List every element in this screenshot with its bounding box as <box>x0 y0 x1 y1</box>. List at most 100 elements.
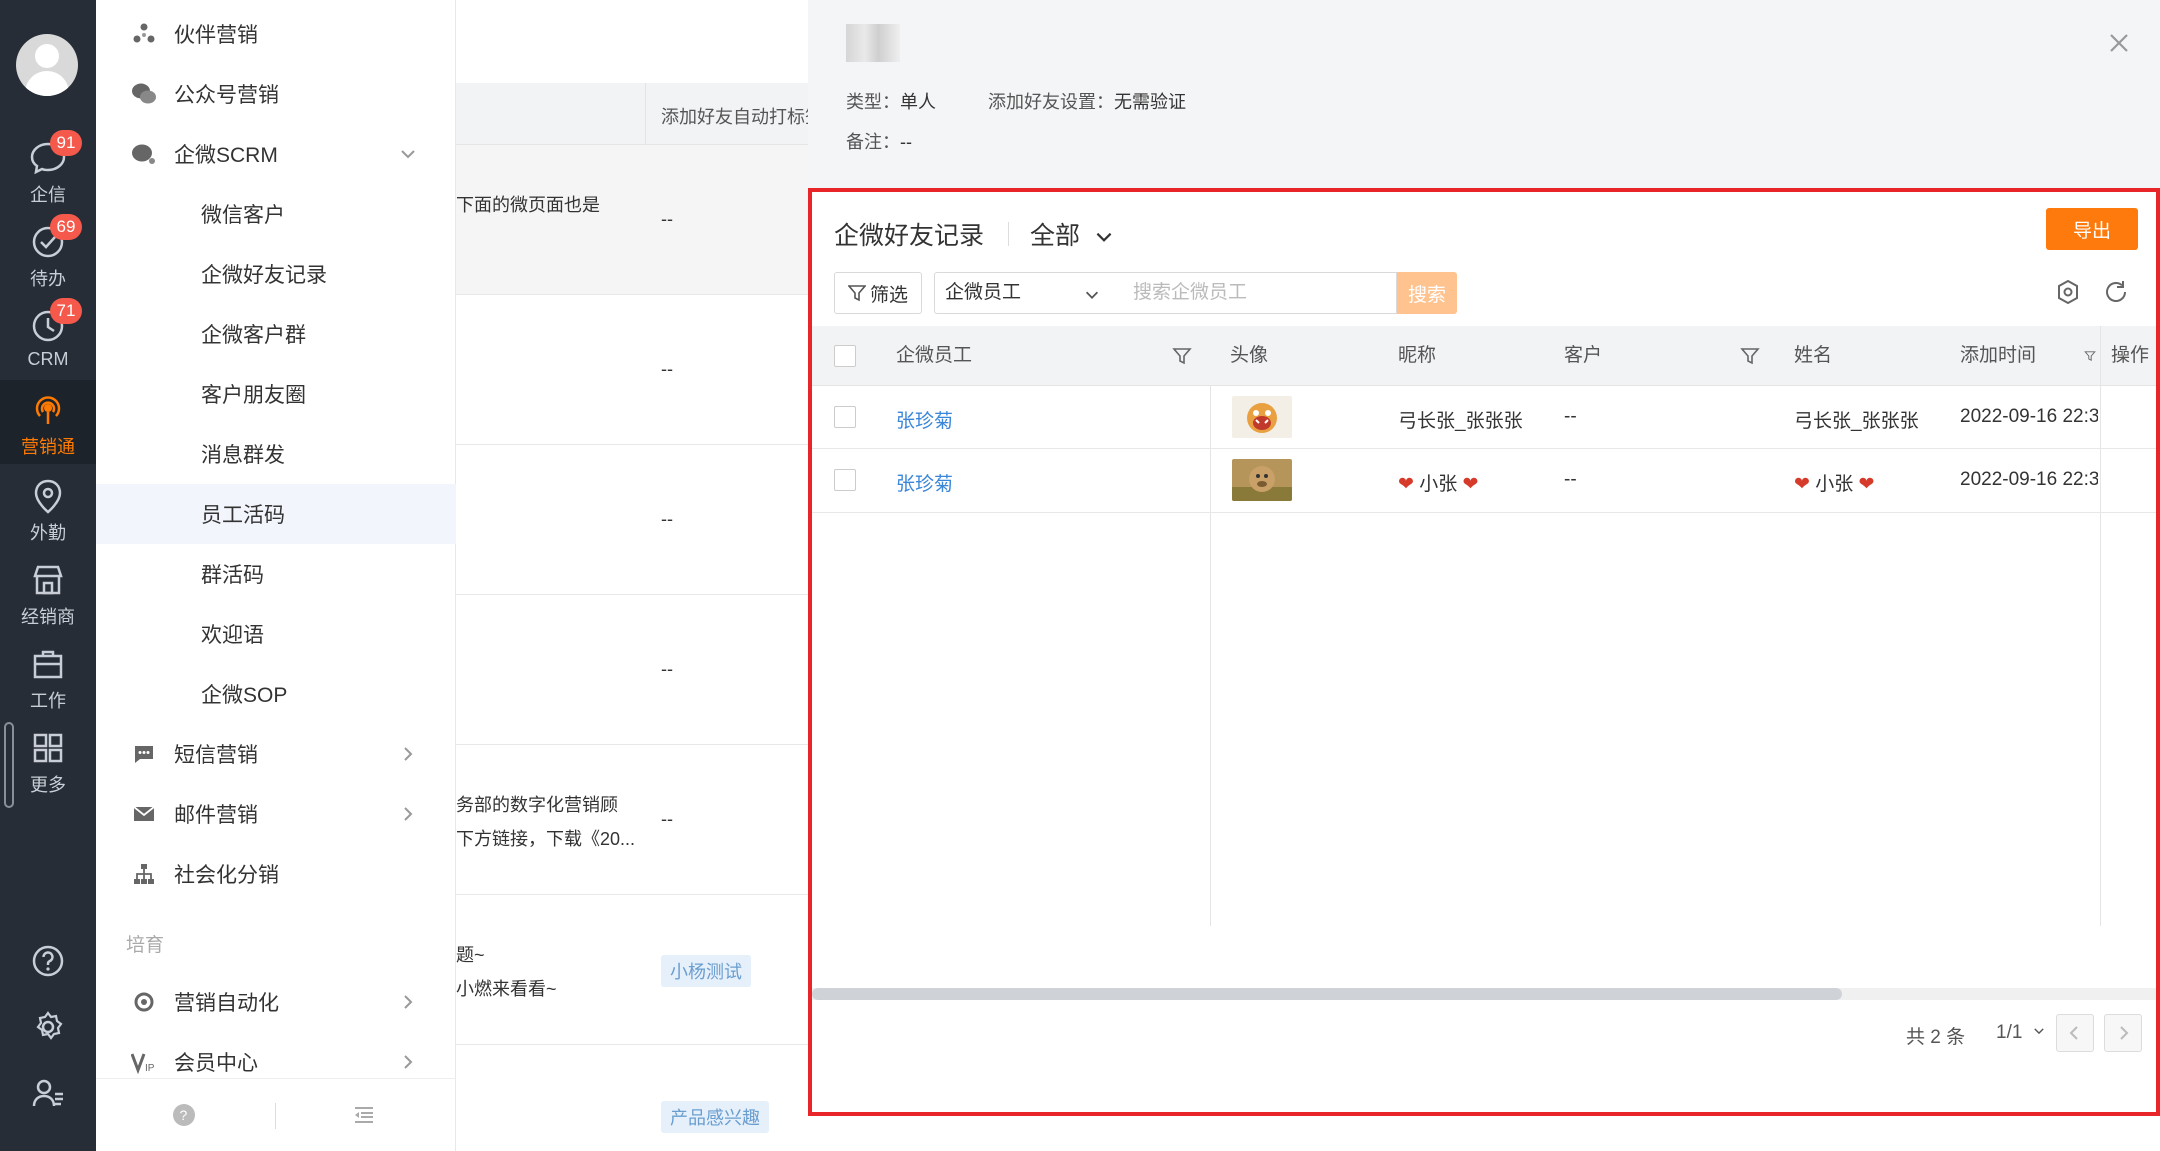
table-row[interactable]: 务部的数字化营销顾 下方链接，下载《20... -- <box>456 745 808 895</box>
menu-item-sms-marketing[interactable]: 短信营销 <box>96 724 456 784</box>
row-value: -- <box>661 509 673 529</box>
menu-item-label: 短信营销 <box>174 744 258 767</box>
name-cell: 弓长张_张张张 <box>1794 411 1919 432</box>
rail-item-todo[interactable]: 待办 69 <box>0 212 96 292</box>
next-page-button[interactable] <box>2104 1014 2142 1052</box>
column-header-actions: 操作 <box>2100 326 2156 386</box>
settings-button[interactable] <box>0 996 96 1056</box>
funnel-icon[interactable] <box>1172 346 1192 366</box>
heart-emoji-icon: ❤ <box>1398 474 1414 495</box>
filter-label: 筛选 <box>869 284 908 306</box>
select-all-checkbox[interactable] <box>834 345 856 367</box>
tag-chip: 小杨测试 <box>661 955 751 987</box>
refresh-icon[interactable] <box>2102 278 2130 306</box>
wechat-icon <box>130 80 158 108</box>
nickname-cell: ❤ 小张 ❤ <box>1398 469 1478 496</box>
funnel-icon[interactable] <box>1740 346 1760 366</box>
menu-item-moments[interactable]: 客户朋友圈 <box>96 364 456 424</box>
row-checkbox[interactable] <box>834 469 856 491</box>
chevron-right-icon <box>404 995 413 1009</box>
table-row[interactable]: -- <box>456 445 808 595</box>
rail-item-more[interactable]: 更多 <box>0 718 96 798</box>
detail-drawer: 类型：单人 添加好友设置：无需验证 备注：-- 企微好友记录 全部 导出 筛选 … <box>808 0 2160 1151</box>
employee-link[interactable]: 张珍菊 <box>896 469 953 496</box>
field-select-value: 企微员工 <box>945 282 1022 303</box>
table-row[interactable]: 题~ 小燃来看看~ 小杨测试 <box>456 895 808 1045</box>
rail-item-work[interactable]: 工作 <box>0 634 96 714</box>
add-setting-value: 无需验证 <box>1114 92 1186 112</box>
profile-button[interactable] <box>0 1062 96 1122</box>
svg-text:?: ? <box>180 1107 188 1123</box>
table-row[interactable]: -- <box>456 595 808 745</box>
menu-item-staff-qrcode[interactable]: 员工活码 <box>96 484 456 544</box>
menu-item-wecom-scrm[interactable]: 企微SCRM <box>96 124 456 184</box>
chevron-right-icon <box>2120 1026 2129 1040</box>
column-settings-icon[interactable] <box>2054 278 2082 306</box>
menu-item-official-account[interactable]: 公众号营销 <box>96 64 456 124</box>
search-button[interactable]: 搜索 <box>1397 272 1457 314</box>
menu-item-wecom-groups[interactable]: 企微客户群 <box>96 304 456 364</box>
type-value: 单人 <box>900 92 936 112</box>
rail-item-crm[interactable]: CRM 71 <box>0 296 96 376</box>
chevron-down-icon <box>401 150 415 159</box>
note-label: 备注： <box>846 132 900 152</box>
close-icon[interactable] <box>2104 28 2134 58</box>
add-setting-field: 添加好友设置：无需验证 <box>988 88 1186 114</box>
menu-item-label: 公众号营销 <box>174 84 279 107</box>
search-input[interactable] <box>1115 272 1397 314</box>
funnel-icon[interactable] <box>2084 346 2096 366</box>
menu-item-wecom-sop[interactable]: 企微SOP <box>96 664 456 724</box>
rail-resize-handle[interactable] <box>4 722 14 808</box>
rail-item-dealer[interactable]: 经销商 <box>0 550 96 630</box>
row-checkbox[interactable] <box>834 406 856 428</box>
pager-total: 共 2 条 <box>1906 1027 1966 1048</box>
menu-item-wechat-customers[interactable]: 微信客户 <box>96 184 456 244</box>
menu-group-label: 培育 <box>126 935 165 956</box>
note-field: 备注：-- <box>846 128 912 154</box>
friend-records-table: 企微员工 头像 昵称 客户 姓名 添加时间 操作 张珍菊 弓长张_张张张 -- … <box>812 326 2156 992</box>
menu-item-label: 群活码 <box>201 564 264 587</box>
rail-item-qixin[interactable]: 企信 91 <box>0 128 96 208</box>
rail-item-label: 经销商 <box>21 607 75 627</box>
help-icon[interactable]: ? <box>172 1103 196 1127</box>
menu-item-wecom-friend-records[interactable]: 企微好友记录 <box>96 244 456 304</box>
type-field: 类型：单人 <box>846 88 936 114</box>
rail-item-label: CRM <box>27 349 69 369</box>
menu-item-marketing-automation[interactable]: 营销自动化 <box>96 972 456 1032</box>
add-time-cell: 2022-09-16 22:31 <box>1960 406 2098 427</box>
table-row[interactable]: 产品感兴趣 <box>456 1045 808 1151</box>
rail-item-marketing[interactable]: 营销通 <box>0 380 96 464</box>
menu-item-welcome-message[interactable]: 欢迎语 <box>96 604 456 664</box>
menu-item-label: 微信客户 <box>201 204 285 227</box>
field-select[interactable]: 企微员工 <box>934 272 1116 314</box>
mail-icon <box>130 800 158 828</box>
export-button[interactable]: 导出 <box>2046 208 2138 250</box>
user-avatar[interactable] <box>16 34 78 96</box>
scope-dropdown[interactable]: 全部 <box>1030 216 1115 252</box>
svg-text:IP: IP <box>145 1063 155 1074</box>
rail-item-field[interactable]: 外勤 <box>0 466 96 546</box>
prev-page-button[interactable] <box>2056 1014 2094 1052</box>
horizontal-scrollbar-thumb[interactable] <box>812 988 1842 1000</box>
user-card-icon <box>32 1079 63 1107</box>
row-value: -- <box>661 809 673 829</box>
menu-item-social-distribution[interactable]: 社会化分销 <box>96 844 456 904</box>
nickname-cell: 弓长张_张张张 <box>1398 411 1523 432</box>
menu-item-mass-message[interactable]: 消息群发 <box>96 424 456 484</box>
help-button[interactable] <box>0 930 96 990</box>
collapse-menu-icon[interactable] <box>352 1103 376 1127</box>
menu-item-group-qrcode[interactable]: 群活码 <box>96 544 456 604</box>
menu-item-email-marketing[interactable]: 邮件营销 <box>96 784 456 844</box>
background-table-header: 添加好友自动打标签 <box>456 83 823 145</box>
employee-link[interactable]: 张珍菊 <box>896 406 953 433</box>
menu-item-label: 客户朋友圈 <box>201 384 306 407</box>
menu-item-label: 企微SCRM <box>174 144 278 167</box>
menu-item-label: 员工活码 <box>201 504 285 527</box>
page-size-select[interactable]: 1/1 <box>1996 1022 2046 1044</box>
name-text: 小张 <box>1815 474 1854 495</box>
menu-item-label: 企微好友记录 <box>201 264 327 287</box>
table-row[interactable]: 下面的微页面也是 -- <box>456 145 808 295</box>
filter-button[interactable]: 筛选 <box>834 272 922 314</box>
table-row[interactable]: -- <box>456 295 808 445</box>
menu-item-partner-marketing[interactable]: 伙伴营销 <box>96 4 456 64</box>
